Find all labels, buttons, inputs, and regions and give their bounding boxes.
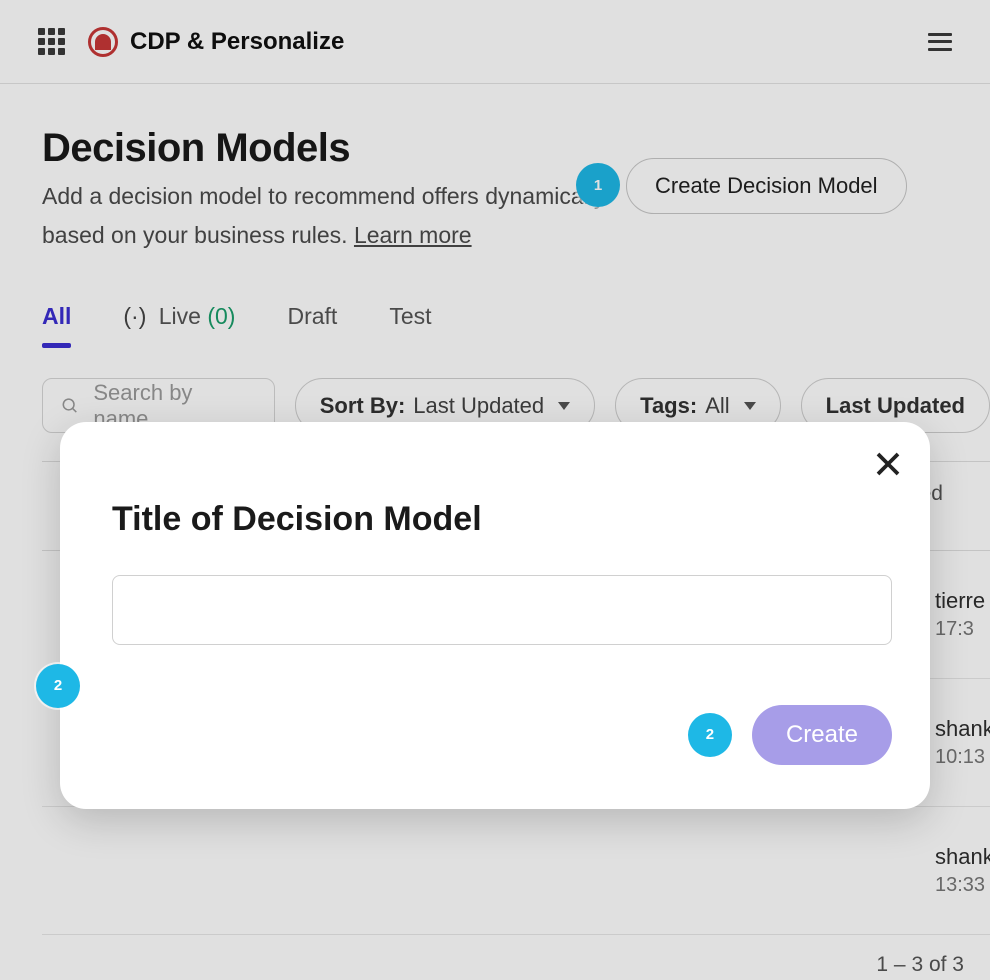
row-updated-by: shank: [935, 844, 990, 870]
row-updated-by: shank: [935, 716, 990, 742]
sort-value: Last Updated: [413, 393, 544, 419]
create-decision-model-button[interactable]: Create Decision Model: [626, 158, 907, 214]
last-updated-label: Last Updated: [826, 393, 965, 419]
page-title: Decision Models: [42, 126, 622, 171]
row-updated-by: tierre: [935, 588, 990, 614]
pagination-text: 1 – 3 of 3: [42, 935, 990, 977]
tab-test-label: Test: [389, 303, 431, 329]
tab-live[interactable]: (·) Live (0): [123, 303, 235, 348]
tab-live-count: (0): [207, 303, 235, 329]
tab-draft[interactable]: Draft: [287, 303, 337, 348]
tab-live-label: Live: [159, 303, 201, 329]
create-button[interactable]: Create: [752, 705, 892, 765]
tab-draft-label: Draft: [287, 303, 337, 329]
learn-more-link[interactable]: Learn more: [354, 222, 472, 248]
brand-title: CDP & Personalize: [130, 28, 344, 56]
tab-test[interactable]: Test: [389, 303, 431, 348]
tags-label: Tags:: [640, 393, 697, 419]
create-modal: 2 Title of Decision Model 2 Create: [60, 422, 930, 809]
tab-all-label: All: [42, 303, 71, 329]
page-subtitle: Add a decision model to recommend offers…: [42, 177, 622, 255]
product-logo-icon: [88, 27, 118, 57]
apps-grid-icon[interactable]: [38, 28, 66, 56]
chevron-down-icon: [744, 402, 756, 410]
tab-all[interactable]: All: [42, 303, 71, 348]
menu-icon[interactable]: [928, 33, 952, 51]
subtitle-text: Add a decision model to recommend offers…: [42, 183, 605, 248]
row-time: 10:13: [935, 746, 990, 769]
close-icon: [873, 449, 903, 479]
tags-value: All: [705, 393, 729, 419]
search-icon: [61, 395, 79, 417]
step-badge-2: 2: [36, 664, 80, 708]
modal-title: Title of Decision Model: [112, 500, 892, 539]
step-badge-1: 1: [576, 163, 620, 207]
live-icon: (·): [123, 303, 146, 329]
chevron-down-icon: [558, 402, 570, 410]
row-time: 13:33: [935, 874, 990, 897]
table-row[interactable]: shank 13:33: [42, 807, 990, 935]
sort-label: Sort By:: [320, 393, 406, 419]
row-time: 17:3: [935, 618, 990, 641]
tabs: All (·) Live (0) Draft Test: [42, 303, 990, 348]
decision-model-title-input[interactable]: [112, 575, 892, 645]
step-badge-2-inline: 2: [688, 713, 732, 757]
top-bar: CDP & Personalize: [0, 0, 990, 84]
close-button[interactable]: [868, 444, 908, 484]
